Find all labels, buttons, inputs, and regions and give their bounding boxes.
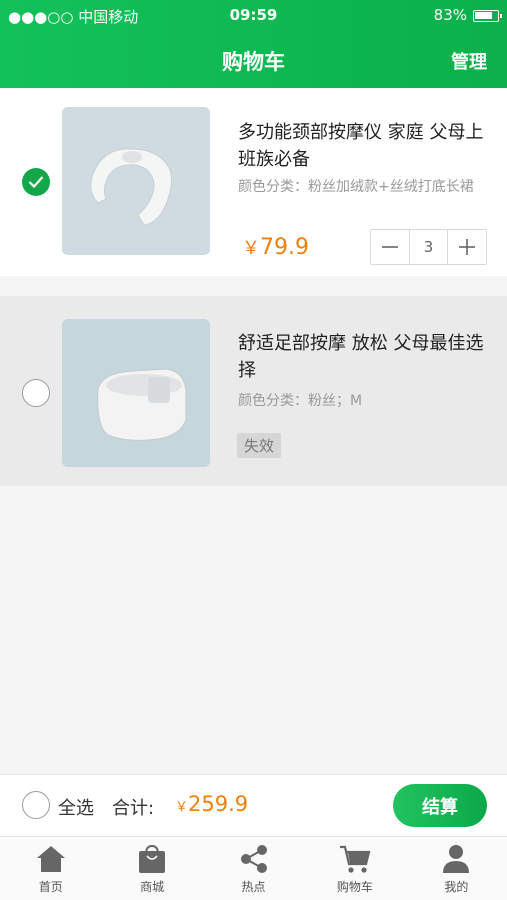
tab-label: 商城 [140, 880, 165, 894]
battery-icon [473, 10, 502, 22]
tab-hot[interactable]: 热点 [203, 837, 304, 900]
clock: 09:59 [229, 6, 278, 24]
select-all-label[interactable]: 全选 [58, 794, 94, 820]
plus-icon [459, 239, 476, 255]
decrease-button[interactable] [371, 230, 409, 264]
item-checkbox-checked[interactable] [22, 168, 50, 196]
product-attributes: 颜色分类：粉丝；M [238, 393, 363, 409]
select-all-checkbox[interactable] [22, 791, 50, 819]
checkmark-icon [28, 176, 44, 189]
top-bar: ●●●○○ 中国移动 09:59 83% 购物车 管理 [0, 0, 507, 88]
tab-label: 我的 [444, 880, 469, 894]
increase-button[interactable] [448, 230, 486, 264]
tab-mall[interactable]: 商城 [101, 837, 202, 900]
product-image[interactable] [62, 319, 210, 467]
tab-bar: 首页 商城 热点 购物车 我的 [0, 836, 507, 900]
battery-percent: 83% [433, 6, 467, 24]
tab-cart[interactable]: 购物车 [304, 837, 405, 900]
minus-icon [381, 246, 398, 248]
product-name[interactable]: 舒适足部按摩 放松 父母最佳选择 [238, 330, 488, 384]
settlement-bar: 全选 合计: ￥259.9 结算 [0, 774, 507, 836]
cart-icon [339, 843, 371, 875]
item-checkbox-unchecked[interactable] [22, 379, 50, 407]
total-label: 合计: [112, 798, 155, 819]
total-value: 259.9 [188, 792, 249, 816]
tab-mine[interactable]: 我的 [406, 837, 507, 900]
product-price: ￥79.9 [242, 234, 309, 260]
checkout-button[interactable]: 结算 [393, 784, 487, 827]
cart-item: 多功能颈部按摩仪 家庭 父母上班族必备 颜色分类：粉丝加绒款+丝绒打底长裙 ￥7… [0, 88, 507, 276]
currency-symbol: ￥ [242, 238, 260, 259]
quantity-stepper: 3 [370, 229, 487, 265]
total-price: ￥259.9 [175, 792, 248, 816]
tab-label: 购物车 [336, 880, 373, 894]
tab-label: 首页 [38, 880, 63, 894]
tab-label: 热点 [241, 880, 266, 894]
manage-button[interactable]: 管理 [451, 48, 487, 74]
invalid-badge: 失效 [237, 433, 282, 458]
quantity-value[interactable]: 3 [408, 230, 449, 264]
product-name[interactable]: 多功能颈部按摩仪 家庭 父母上班族必备 [238, 119, 488, 173]
home-icon [35, 843, 67, 875]
tab-home[interactable]: 首页 [0, 837, 101, 900]
user-icon [440, 843, 472, 875]
status-bar: ●●●○○ 中国移动 09:59 83% [0, 4, 507, 26]
currency-symbol: ￥ [175, 800, 189, 815]
share-icon [238, 843, 270, 875]
product-attributes: 颜色分类：粉丝加绒款+丝绒打底长裙 [238, 179, 474, 195]
page-title: 购物车 [222, 50, 285, 74]
product-image[interactable] [62, 107, 210, 255]
shopping-bag-icon [136, 843, 168, 875]
price-value: 79.9 [260, 235, 309, 260]
cart-item-invalid: 舒适足部按摩 放松 父母最佳选择 颜色分类：粉丝；M 失效 [0, 296, 507, 486]
